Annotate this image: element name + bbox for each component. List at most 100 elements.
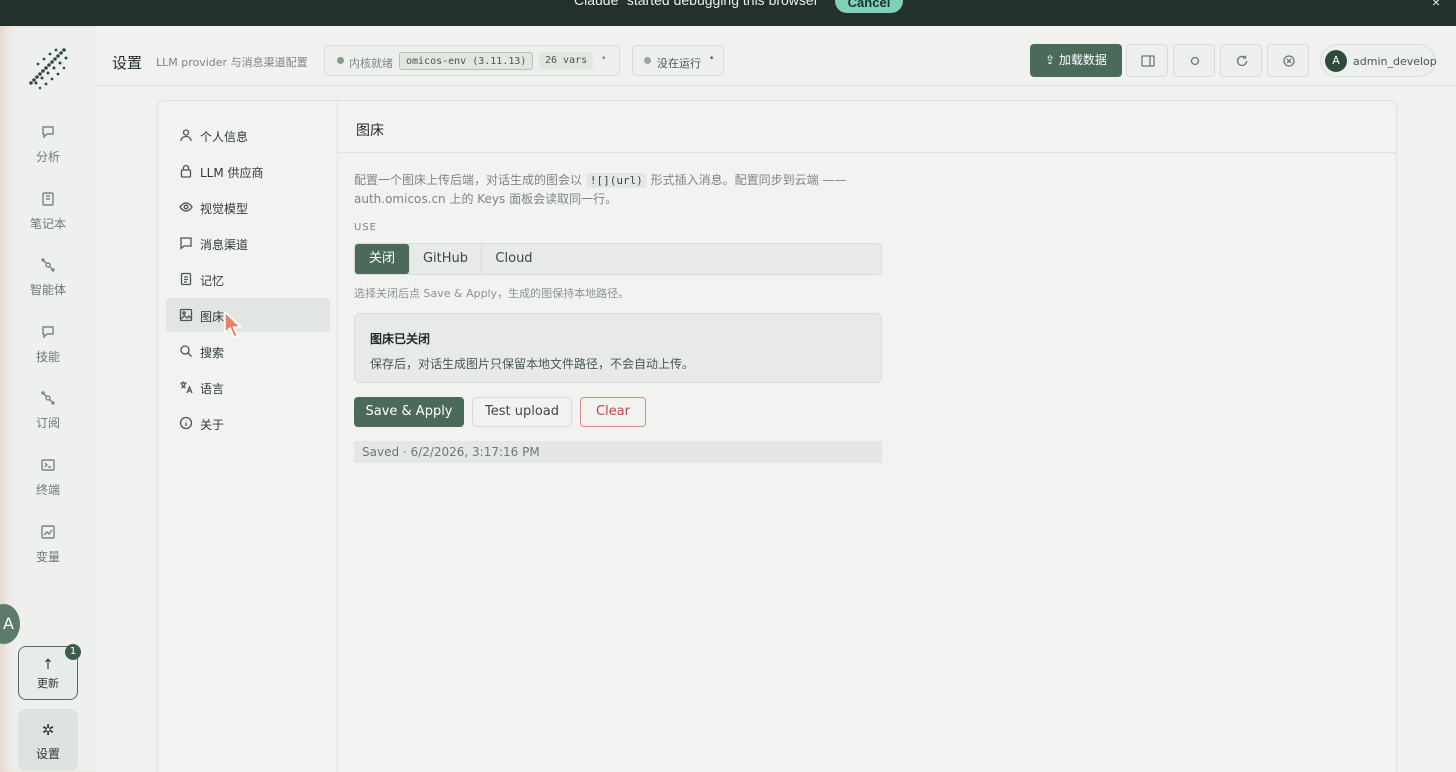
lock-icon [179,164,193,178]
nav-item-language[interactable]: 语言 [166,370,330,404]
page-subtitle: LLM provider 与消息渠道配置 [156,56,308,69]
user-name: admin_develop [1353,55,1437,68]
chevron-down-icon: • [601,54,607,64]
chat-icon [40,124,56,140]
backend-selector: 关闭 GitHub Cloud [354,243,882,275]
terminal-icon [40,457,56,473]
nav-item-label: 个人信息 [200,130,249,144]
status-button[interactable] [1173,44,1215,77]
rail-item-settings[interactable]: ✲ 设置 [18,709,78,771]
rail-item-notebook[interactable]: 笔记本 [0,191,96,251]
rail-item-agents[interactable]: 智能体 [0,257,96,317]
search-icon [179,344,193,358]
upload-icon: ⇪ [1045,53,1059,67]
kernel-status-text: 内核就绪 [349,57,393,70]
notice-body: 保存后，对话生成图片只保留本地文件路径，不会自动上传。 [370,357,695,371]
close-banner-button[interactable]: × [1432,0,1440,10]
nav-item-label: LLM 供应商 [200,166,264,180]
chat-icon [40,324,56,340]
option-github[interactable]: GitHub [410,244,481,274]
chevron-down-icon: • [709,54,715,64]
rail-item-analysis[interactable]: 分析 [0,124,96,184]
update-label: 更新 [37,677,59,690]
nav-item-label: 视觉模型 [200,202,249,216]
update-count-badge: 1 [65,644,81,660]
refresh-button[interactable] [1220,44,1262,77]
nav-item-about[interactable]: 关于 [166,406,330,440]
kernel-env-badge: omicos-env (3.11.13) [399,52,534,70]
settings-nav: 个人信息 LLM 供应商 视觉模型 消息渠道 记忆 图床 搜索 语言 关于 [158,101,338,772]
panel-title: 图床 [356,123,384,139]
clear-button[interactable]: Clear [580,397,646,427]
nav-item-label: 搜索 [200,346,225,360]
split-panel-button[interactable] [1126,44,1168,77]
rail-item-subscriptions[interactable]: 订阅 [0,390,96,450]
eye-icon [179,200,193,214]
agent-icon [40,257,56,273]
use-label: USE [354,222,377,233]
rail-item-label: 分析 [35,150,60,164]
image-icon [179,308,193,322]
refresh-icon [1236,55,1248,67]
nav-item-llm-provider[interactable]: LLM 供应商 [166,154,330,188]
run-status-text: 没在运行 [657,57,701,70]
mouse-cursor-icon [222,310,246,340]
notebook-icon [40,191,56,207]
rail-item-label: 订阅 [35,416,60,430]
cancel-debug-button[interactable]: Cancel [835,0,903,13]
rail-item-skills[interactable]: 技能 [0,324,96,384]
nav-item-search[interactable]: 搜索 [166,334,330,368]
option-cloud[interactable]: Cloud [482,244,546,274]
app-rail: 分析 笔记本 智能体 技能 订阅 终端 变量 A ↑ 更新 1 ✲ 设置 A [0,26,96,772]
variables-count-badge: 26 vars [539,52,594,70]
nav-item-vision-model[interactable]: 视觉模型 [166,190,330,224]
top-header: 设置 LLM provider 与消息渠道配置 内核就绪 omicos-env … [96,36,1456,86]
notice-title: 图床已关闭 [370,332,431,346]
option-off[interactable]: 关闭 [355,244,409,274]
user-menu[interactable]: A admin_develop [1320,44,1437,77]
document-icon [179,272,193,286]
stop-button[interactable] [1267,44,1309,77]
language-switch-bubble[interactable]: A [0,604,20,644]
saved-status: Saved · 6/2/2026, 3:17:16 PM [354,441,882,463]
panel-description: 配置一个图床上传后端，对话生成的图会以 ![](url) 形式插入消息。配置同步… [354,171,864,208]
settings-label: 设置 [35,747,60,761]
avatar: A [1325,50,1347,72]
test-upload-button[interactable]: Test upload [472,397,572,427]
rail-item-terminal[interactable]: 终端 [0,457,96,517]
nav-item-label: 记忆 [200,274,225,288]
arrow-up-icon: ↑ [42,657,54,673]
status-notice: 图床已关闭 保存后，对话生成图片只保留本地文件路径，不会自动上传。 [354,313,882,383]
rail-item-label: 终端 [35,483,60,497]
nav-item-label: 语言 [200,382,225,396]
info-icon [179,416,193,430]
nav-item-label: 关于 [200,418,225,432]
nav-item-image-host[interactable]: 图床 [166,298,330,332]
kernel-status-selector[interactable]: 内核就绪 omicos-env (3.11.13) 26 vars • [324,45,620,76]
rail-item-variables[interactable]: 变量 [0,524,96,584]
nav-item-profile[interactable]: 个人信息 [166,118,330,152]
rail-item-label: 变量 [35,550,60,564]
nav-item-label: 消息渠道 [200,238,249,252]
nav-item-memory[interactable]: 记忆 [166,262,330,296]
save-apply-button[interactable]: Save & Apply [354,397,464,427]
status-dot [337,57,344,64]
debug-banner-message: Claude “started debugging this browser” [574,0,824,8]
debug-banner: Claude “started debugging this browser” … [0,0,1456,26]
circle-icon [1190,56,1200,66]
close-circle-icon [1283,55,1295,67]
nav-item-message-channels[interactable]: 消息渠道 [166,226,330,260]
rail-item-label: 笔记本 [29,217,66,231]
rail-item-label: 智能体 [29,283,66,297]
markdown-syntax: ![](url) [585,173,647,188]
load-data-button[interactable]: ⇪ 加载数据 [1030,44,1122,77]
translate-icon [179,380,193,394]
message-icon [179,236,193,250]
run-status-selector[interactable]: 没在运行 • [632,45,724,76]
page-title: 设置 [112,54,143,72]
app-logo [28,46,70,90]
rail-item-label: 技能 [35,350,60,364]
chart-icon [40,524,56,540]
nav-item-label: 图床 [200,310,225,324]
load-data-label: 加载数据 [1058,53,1107,67]
